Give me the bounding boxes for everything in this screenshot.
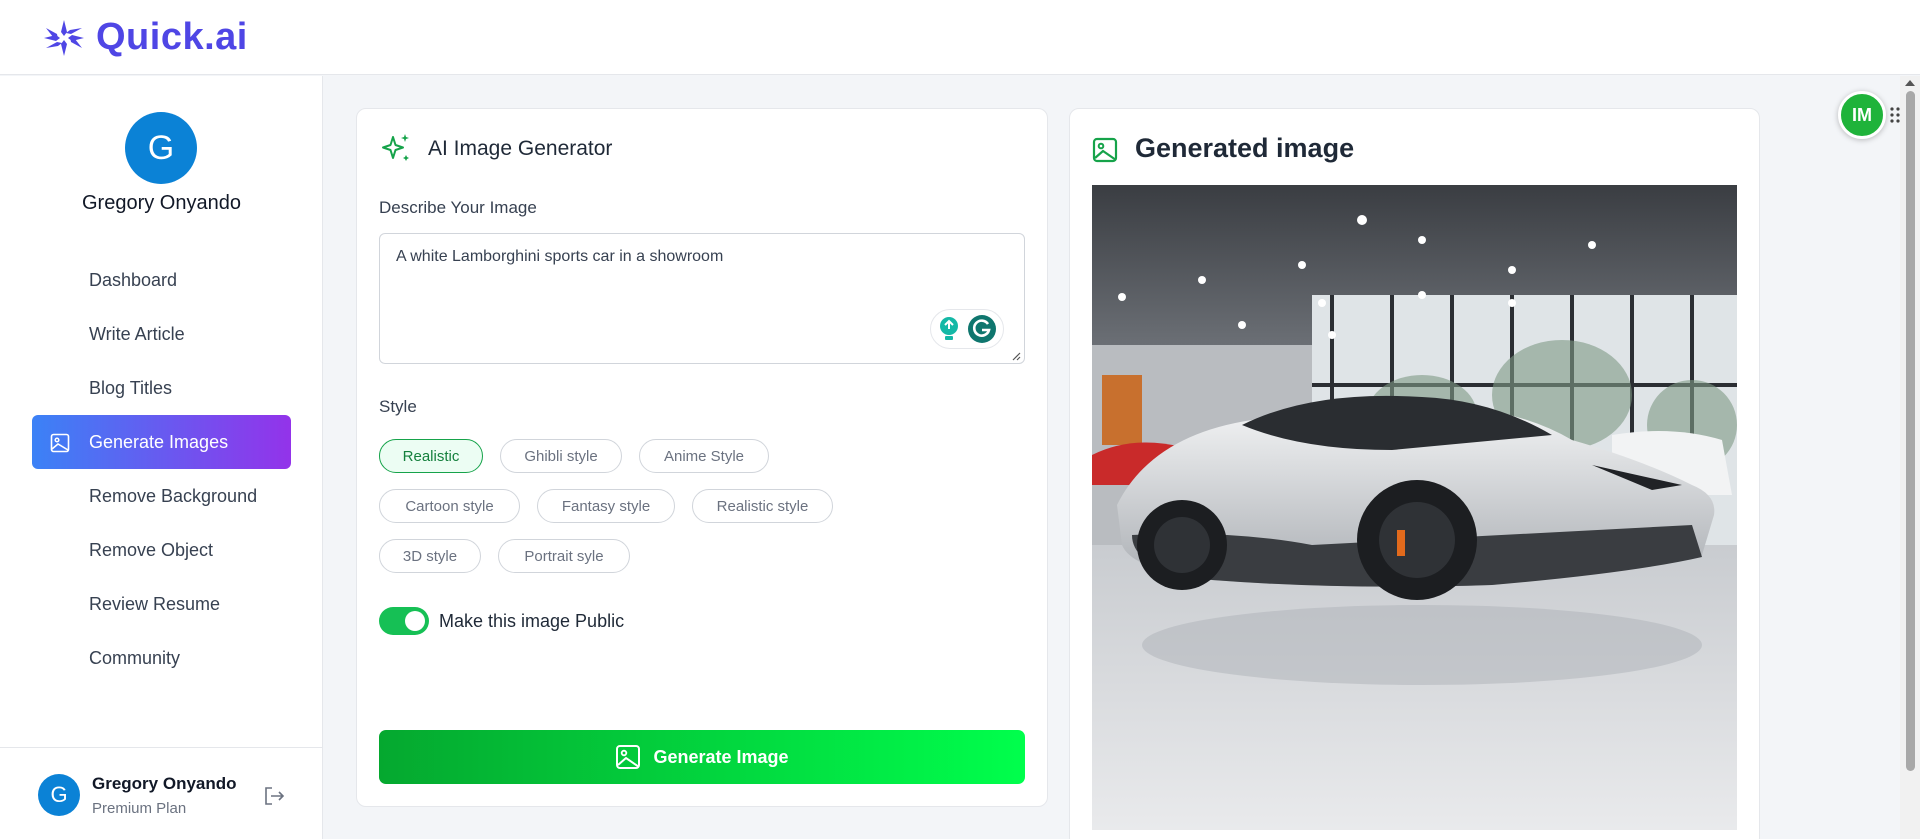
sidebar-item-generate-images[interactable]: Generate Images <box>32 415 291 469</box>
sidebar-item-label: Remove Object <box>89 539 214 560</box>
scroll-thumb[interactable] <box>1906 91 1915 771</box>
style-chip-fantasy[interactable]: Fantasy style <box>537 489 675 523</box>
style-chip-realistic-style[interactable]: Realistic style <box>692 489 833 523</box>
logout-icon[interactable] <box>262 784 286 808</box>
grammarly-icon <box>968 315 996 343</box>
floating-assistant-badge[interactable]: IM <box>1838 91 1886 139</box>
generated-car-image[interactable] <box>1092 185 1737 830</box>
sidebar-item-label: Blog Titles <box>89 377 173 398</box>
style-chip-portrait[interactable]: Portrait syle <box>498 539 630 573</box>
grammar-assistant-widget[interactable] <box>930 309 1004 349</box>
resize-handle-icon[interactable] <box>1011 351 1021 361</box>
top-header: Quick.ai <box>0 0 1920 75</box>
profile-name: Gregory Onyando <box>82 192 241 214</box>
generate-button-label: Generate Image <box>653 746 789 767</box>
public-toggle[interactable] <box>379 607 429 635</box>
sidebar-item-label: Remove Background <box>89 485 258 506</box>
sidebar-footer: G Gregory Onyando Premium Plan <box>0 747 323 839</box>
sidebar-item-write-article[interactable]: Write Article <box>32 307 291 361</box>
card-title: AI Image Generator <box>428 137 613 160</box>
user-name: Gregory Onyando <box>92 774 237 793</box>
style-chip-ghibli[interactable]: Ghibli style <box>500 439 622 473</box>
logo-icon <box>44 19 84 56</box>
sparkles-icon <box>382 134 409 161</box>
describe-label: Describe Your Image <box>379 198 537 217</box>
user-plan: Premium Plan <box>92 800 187 817</box>
scroll-up-icon[interactable] <box>1905 80 1915 86</box>
profile-avatar[interactable]: G <box>125 112 197 184</box>
generate-image-button[interactable]: Generate Image <box>379 730 1025 784</box>
result-title: Generated image <box>1135 133 1355 163</box>
style-label: Style <box>379 397 417 416</box>
style-chip-realistic[interactable]: Realistic <box>379 439 483 473</box>
generated-image-card: Generated image <box>1069 108 1760 839</box>
sidebar-item-label: Dashboard <box>89 269 178 290</box>
sidebar-item-dashboard[interactable]: Dashboard <box>32 253 291 307</box>
sidebar-item-label: Community <box>89 647 181 668</box>
page-scrollbar[interactable] <box>1900 76 1920 839</box>
sidebar-item-review-resume[interactable]: Review Resume <box>32 577 291 631</box>
public-toggle-label: Make this image Public <box>439 611 625 631</box>
logo-text: Quick.ai <box>96 16 248 58</box>
user-avatar[interactable]: G <box>38 774 80 816</box>
image-icon <box>616 745 641 769</box>
sidebar-item-label: Review Resume <box>89 593 221 614</box>
sidebar-item-label: Generate Images <box>89 431 229 452</box>
style-chip-anime[interactable]: Anime Style <box>639 439 769 473</box>
style-chip-cartoon[interactable]: Cartoon style <box>379 489 520 523</box>
image-icon <box>50 433 70 453</box>
style-chip-3d[interactable]: 3D style <box>379 539 481 573</box>
sidebar-item-remove-object[interactable]: Remove Object <box>32 523 291 577</box>
toggle-knob <box>405 611 425 631</box>
sidebar-item-remove-background[interactable]: Remove Background <box>32 469 291 523</box>
sidebar-nav: Dashboard Write Article Blog Titles Gene… <box>32 253 291 685</box>
sidebar: G Gregory Onyando Dashboard Write Articl… <box>0 76 323 839</box>
sidebar-item-label: Write Article <box>89 323 185 344</box>
sidebar-item-blog-titles[interactable]: Blog Titles <box>32 361 291 415</box>
lightbulb-icon <box>940 317 958 340</box>
image-generator-card: AI Image Generator Describe Your Image A… <box>356 108 1048 807</box>
sidebar-item-community[interactable]: Community <box>32 631 291 685</box>
app-logo[interactable]: Quick.ai <box>42 16 248 59</box>
image-icon <box>1092 137 1118 163</box>
prompt-input[interactable]: A white Lamborghini sports car in a show… <box>379 233 1025 364</box>
